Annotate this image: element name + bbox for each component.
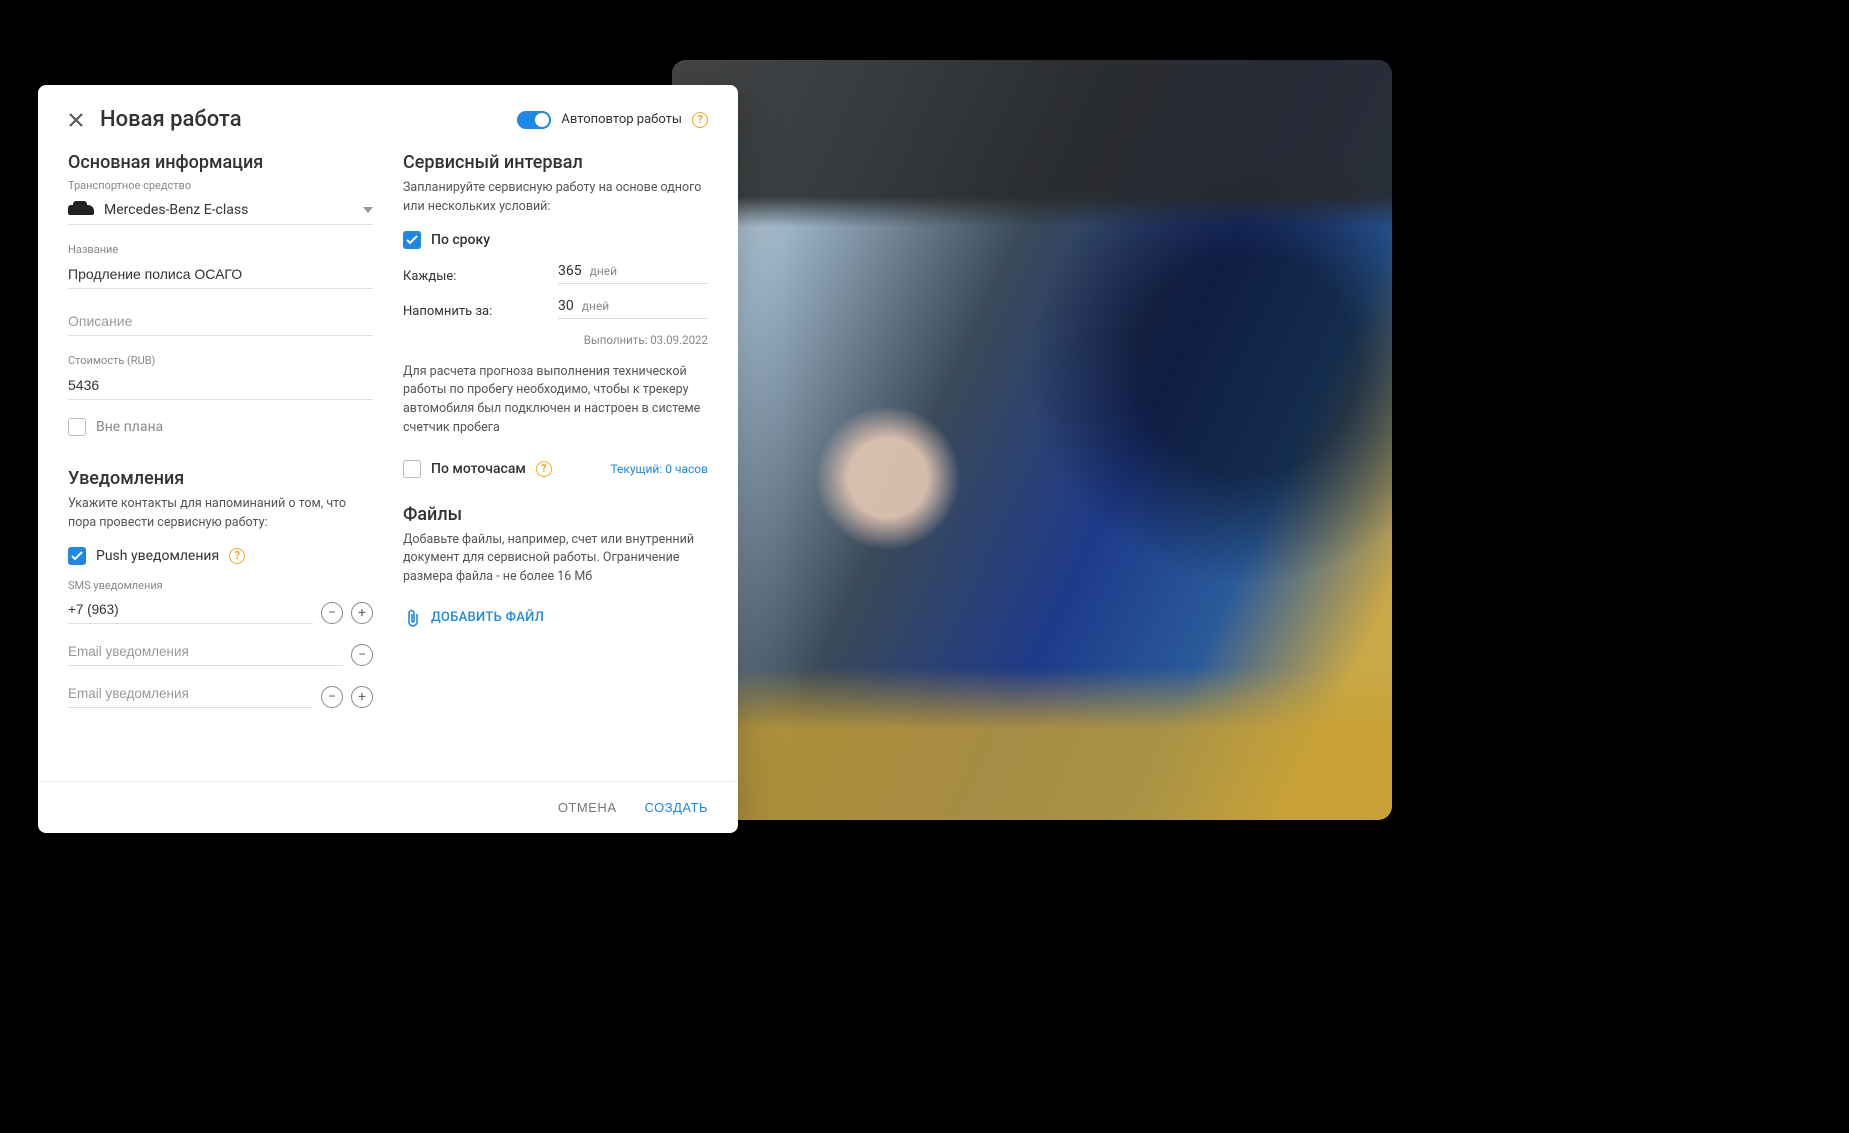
- sms-remove-button[interactable]: −: [321, 602, 343, 624]
- modal-title: Новая работа: [100, 107, 242, 132]
- remind-unit: дней: [582, 299, 609, 313]
- sms-label: SMS уведомления: [68, 579, 373, 592]
- files-heading: Файлы: [403, 504, 708, 525]
- name-input[interactable]: [68, 260, 373, 289]
- by-motorhours-checkbox[interactable]: [403, 460, 421, 478]
- mileage-note: Для расчета прогноза выполнения техничес…: [403, 363, 708, 438]
- every-label: Каждые:: [403, 269, 456, 284]
- every-input[interactable]: 365 дней: [558, 263, 708, 284]
- autorepeat-help-icon[interactable]: ?: [692, 112, 708, 128]
- description-input[interactable]: [68, 307, 373, 336]
- unplanned-checkbox[interactable]: [68, 418, 86, 436]
- email-input-1[interactable]: [68, 638, 343, 666]
- email-input-2[interactable]: [68, 680, 313, 708]
- email2-add-button[interactable]: +: [351, 686, 373, 708]
- modal-header: Новая работа Автоповтор работы ?: [38, 85, 738, 146]
- background-photo: [672, 60, 1392, 820]
- files-desc: Добавьте файлы, например, счет или внутр…: [403, 531, 708, 587]
- sms-input[interactable]: [68, 596, 313, 624]
- by-term-checkbox[interactable]: [403, 231, 421, 249]
- motorhours-help-icon[interactable]: ?: [536, 461, 552, 477]
- cost-input[interactable]: [68, 371, 373, 400]
- add-file-label: ДОБАВИТЬ ФАЙЛ: [431, 610, 544, 625]
- due-text: Выполнить: 03.09.2022: [403, 333, 708, 347]
- name-label: Название: [68, 243, 373, 256]
- notifications-heading: Уведомления: [68, 468, 373, 489]
- interval-heading: Сервисный интервал: [403, 152, 708, 173]
- car-icon: [68, 205, 94, 215]
- submit-button[interactable]: СОЗДАТЬ: [645, 800, 709, 815]
- autorepeat-label: Автоповтор работы: [561, 112, 682, 127]
- notifications-desc: Укажите контакты для напоминаний о том, …: [68, 495, 373, 533]
- push-checkbox[interactable]: [68, 547, 86, 565]
- email2-remove-button[interactable]: −: [321, 686, 343, 708]
- by-term-label: По сроку: [431, 232, 490, 248]
- close-icon[interactable]: [68, 112, 84, 128]
- remind-input[interactable]: 30 дней: [558, 298, 708, 319]
- vehicle-value: Mercedes-Benz E-class: [104, 202, 248, 218]
- push-label: Push уведомления: [96, 548, 219, 564]
- push-help-icon[interactable]: ?: [229, 548, 245, 564]
- current-motorhours-link[interactable]: Текущий: 0 часов: [610, 462, 708, 476]
- paperclip-icon: [405, 609, 421, 627]
- every-unit: дней: [590, 264, 617, 278]
- chevron-down-icon: [363, 207, 373, 213]
- right-column: Сервисный интервал Запланируйте сервисну…: [403, 152, 708, 781]
- sms-add-button[interactable]: +: [351, 602, 373, 624]
- unplanned-label: Вне плана: [96, 419, 163, 435]
- remind-label: Напомнить за:: [403, 304, 492, 319]
- every-value: 365: [558, 263, 582, 279]
- cost-label: Стоимость (RUB): [68, 354, 373, 367]
- vehicle-label: Транспортное средство: [68, 179, 373, 192]
- new-job-modal: Новая работа Автоповтор работы ? Основна…: [38, 85, 738, 833]
- modal-footer: ОТМЕНА СОЗДАТЬ: [38, 781, 738, 833]
- basic-heading: Основная информация: [68, 152, 373, 173]
- by-motorhours-label: По моточасам: [431, 461, 526, 477]
- add-file-button[interactable]: ДОБАВИТЬ ФАЙЛ: [403, 603, 708, 633]
- vehicle-select[interactable]: Mercedes-Benz E-class: [68, 196, 373, 225]
- cancel-button[interactable]: ОТМЕНА: [558, 800, 617, 815]
- autorepeat-toggle[interactable]: [517, 111, 551, 129]
- interval-desc: Запланируйте сервисную работу на основе …: [403, 179, 708, 217]
- remind-value: 30: [558, 298, 574, 314]
- email1-remove-button[interactable]: −: [351, 644, 373, 666]
- left-column: Основная информация Транспортное средств…: [68, 152, 373, 781]
